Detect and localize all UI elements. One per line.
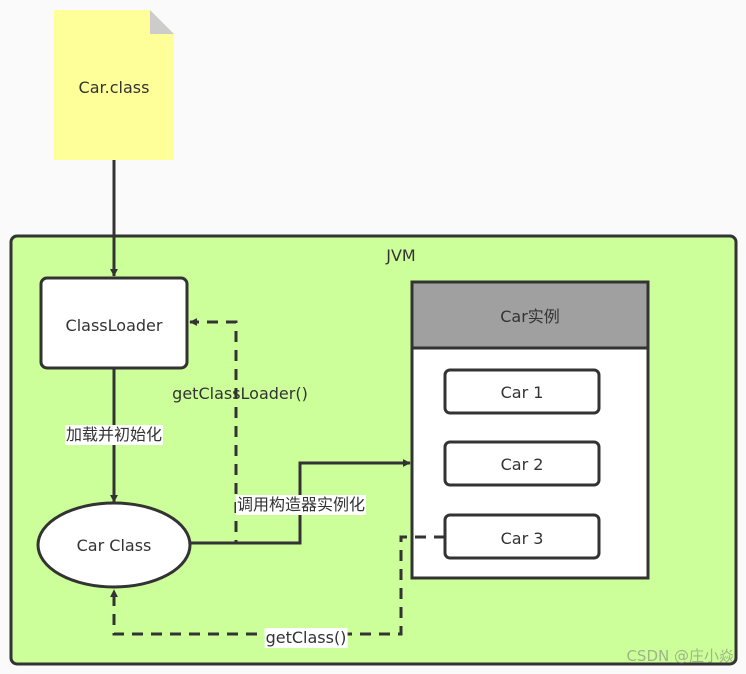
diagram-canvas (9, 10, 738, 666)
jvm-label: JVM (386, 246, 416, 265)
car-1-label: Car 1 (500, 383, 544, 402)
car-2-label: Car 2 (500, 455, 544, 474)
edge-label-getclass: getClass() (264, 628, 348, 648)
edge-label-instantiate: 调用构造器实例化 (235, 495, 367, 515)
instances-title: Car实例 (500, 307, 560, 326)
edge-label-getclassloader: getClassLoader() (172, 384, 308, 403)
edge-label-load-init: 加载并初始化 (64, 425, 164, 445)
watermark: CSDN @庄小焱 (626, 647, 734, 665)
class-file-label: Car.class (78, 78, 150, 97)
document-fold-icon (150, 10, 174, 34)
car-class-label: Car Class (76, 536, 152, 555)
classloader-label: ClassLoader (65, 316, 163, 335)
car-3-label: Car 3 (500, 529, 544, 548)
